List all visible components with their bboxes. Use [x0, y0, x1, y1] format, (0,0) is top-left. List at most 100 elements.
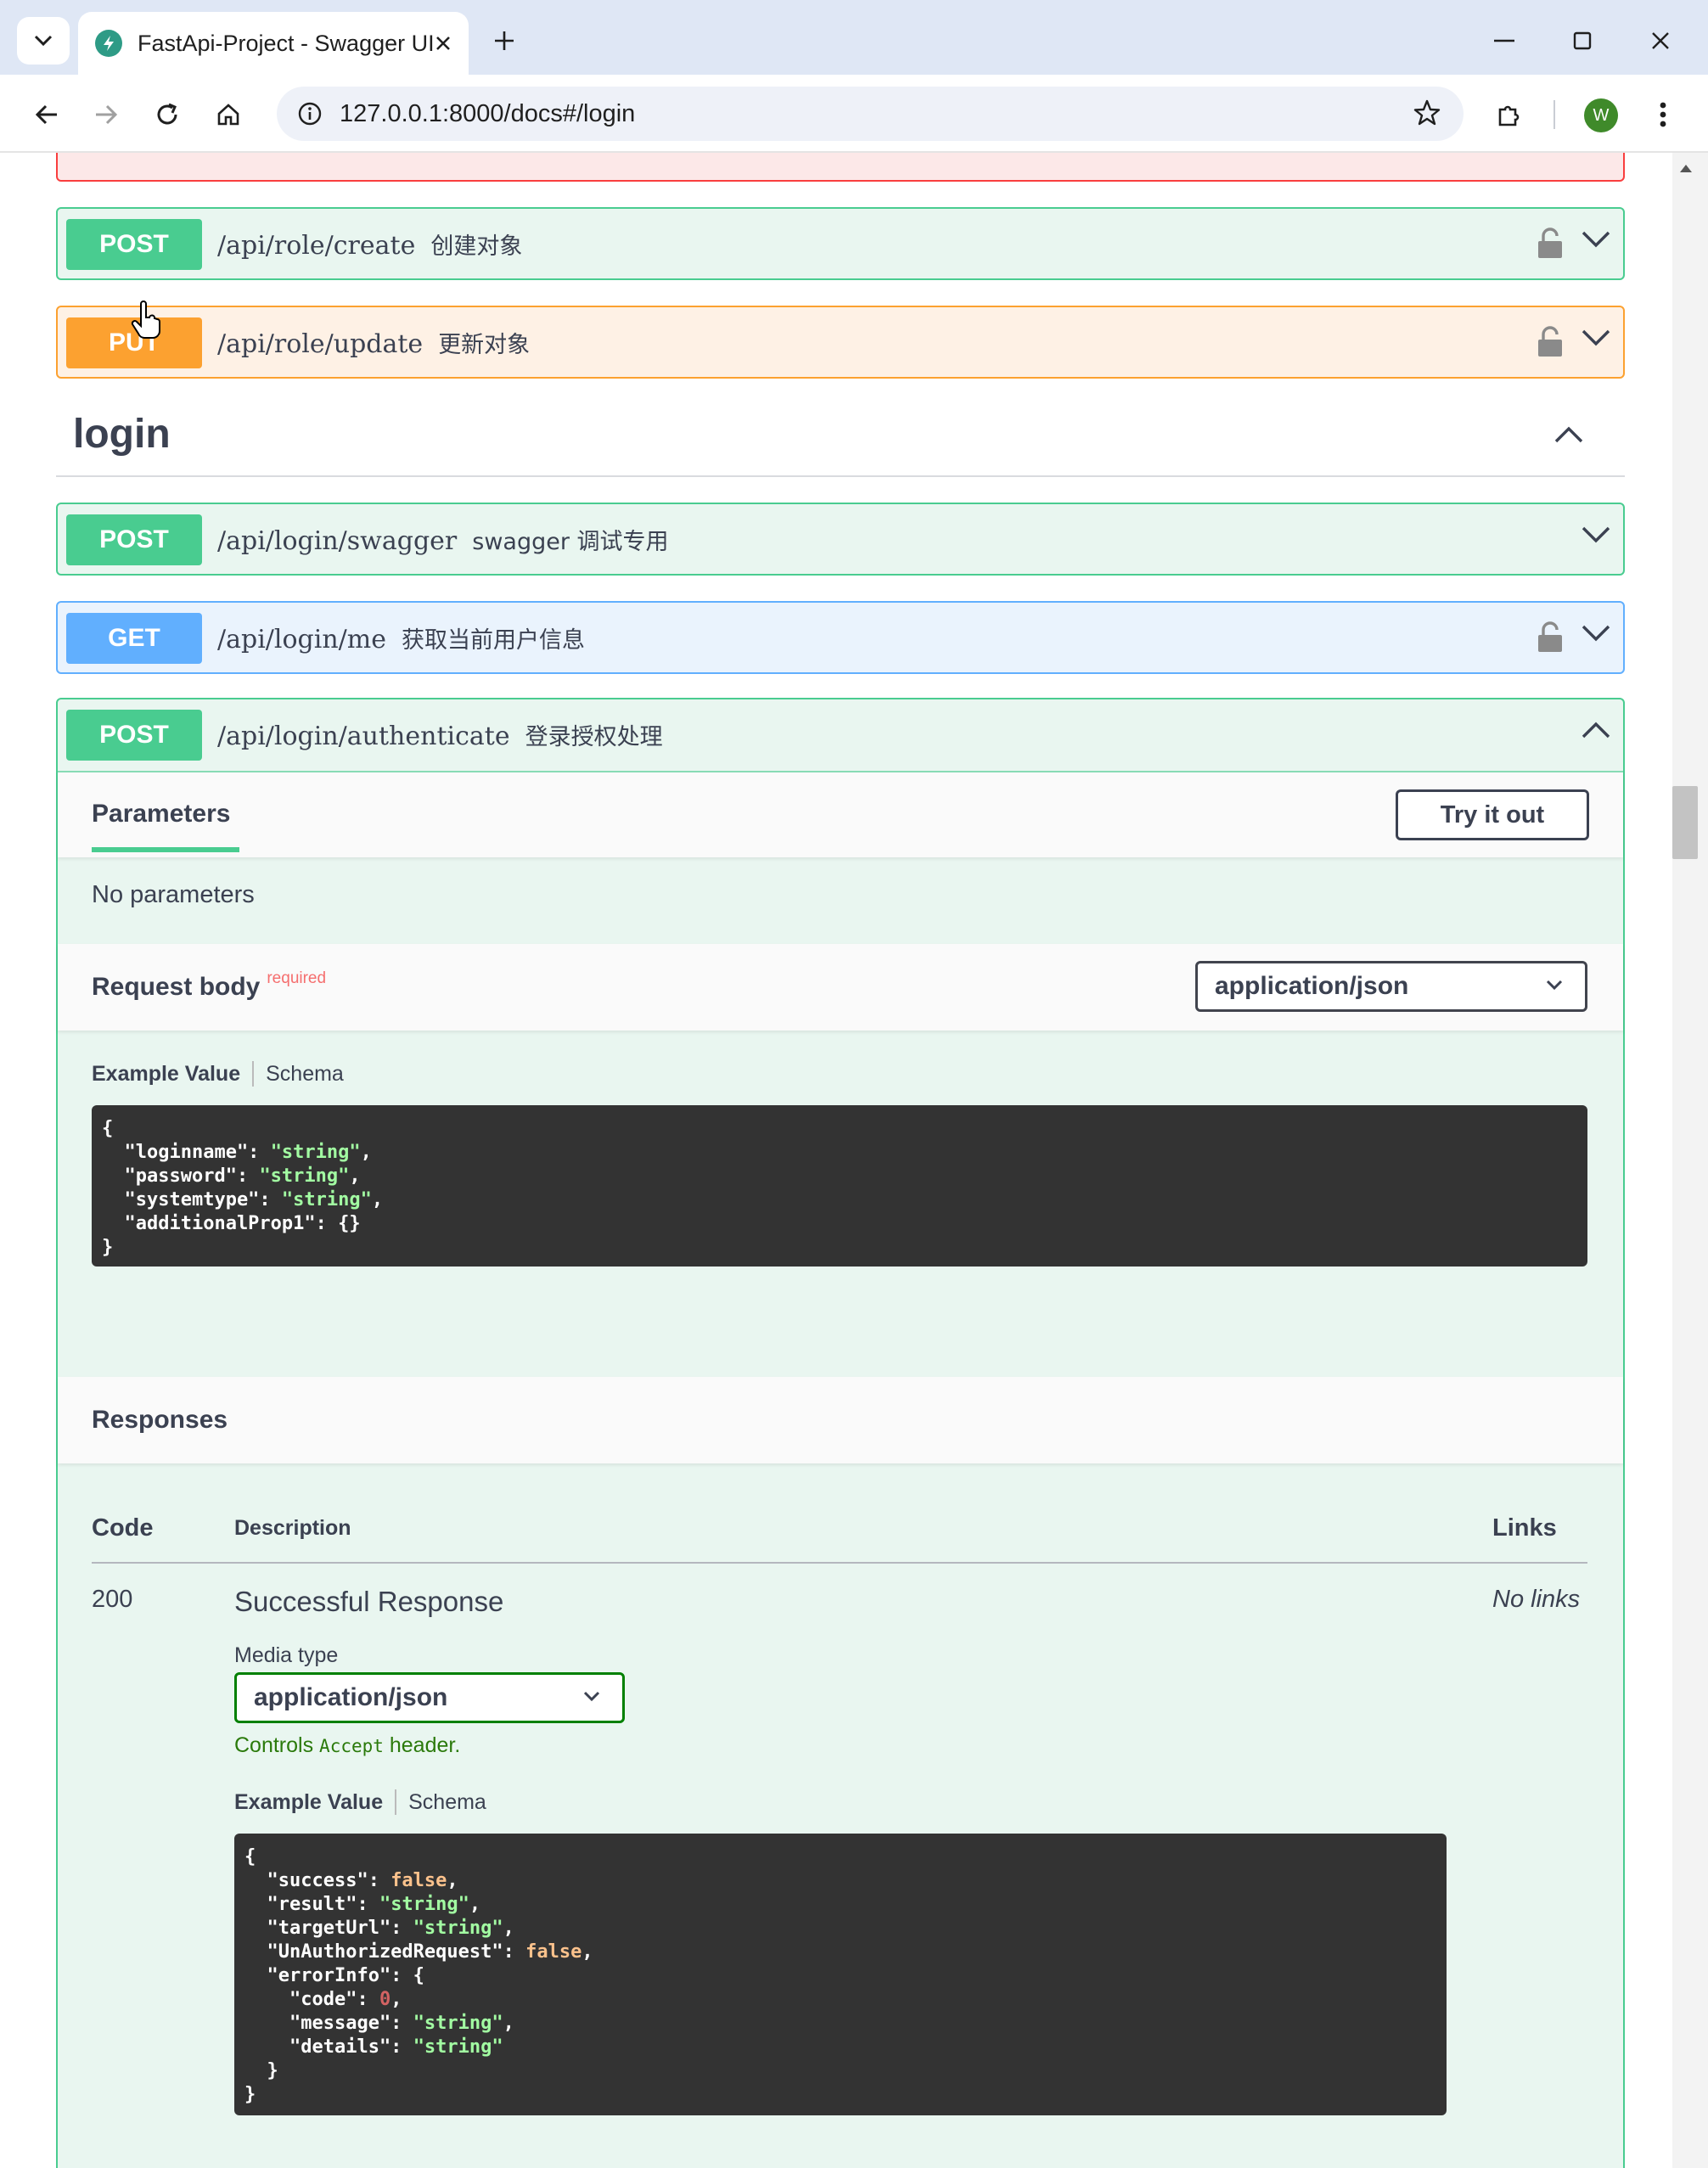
request-example-tabs: Example Value Schema [92, 1061, 344, 1087]
request-body-label: Request body [92, 973, 261, 1001]
opblock-delete-partial[interactable] [56, 153, 1625, 182]
window-edge [1698, 153, 1708, 2168]
example-value-tab[interactable]: Example Value [234, 1790, 383, 1815]
chevron-down-icon [34, 35, 53, 47]
site-info-icon[interactable] [297, 101, 323, 126]
arrow-left-icon [35, 104, 57, 125]
browser-tab-active[interactable]: FastApi-Project - Swagger UI [78, 12, 469, 75]
request-body-title: Request body required [92, 969, 326, 1002]
home-icon [217, 104, 239, 126]
path-text: /api/login/swagger [217, 526, 458, 556]
opblock-path: /api/login/me 获取当前用户信息 [217, 621, 585, 654]
controls-prefix: Controls [234, 1733, 314, 1757]
address-bar[interactable]: 127.0.0.1:8000/docs#/login [277, 87, 1464, 141]
opblock-login-swagger[interactable]: POST /api/login/swagger swagger 调试专用 [56, 503, 1625, 576]
extensions-button[interactable] [1487, 93, 1530, 136]
schema-tab[interactable]: Schema [266, 1062, 344, 1087]
close-icon [1652, 32, 1669, 49]
more-vert-icon [1660, 102, 1666, 127]
opblock-login-me[interactable]: GET /api/login/me 获取当前用户信息 [56, 601, 1625, 674]
chevron-down-icon[interactable] [1581, 623, 1611, 648]
close-tab-icon[interactable] [435, 29, 452, 58]
chevron-down-icon [1546, 980, 1563, 991]
chevron-down-icon[interactable] [1581, 229, 1611, 254]
lock-icon[interactable] [1537, 326, 1564, 362]
tag-title: login [73, 412, 171, 457]
scrollbar-thumb[interactable] [1672, 786, 1698, 859]
browser-toolbar: 127.0.0.1:8000/docs#/login W [0, 75, 1708, 153]
controls-accept-note: Controls Accept header. [234, 1733, 460, 1758]
parameters-header: Parameters Try it out [58, 772, 1623, 857]
response-no-links: No links [1492, 1586, 1581, 1613]
chevron-down-icon[interactable] [1581, 525, 1611, 549]
col-description-header: Description [234, 1516, 351, 1540]
tab-search-button[interactable] [17, 17, 70, 65]
browser-window: FastApi-Project - Swagger UI 127.0.0.1:8… [0, 0, 1708, 2168]
tab-title: FastApi-Project - Swagger UI [138, 30, 435, 56]
example-value-tab[interactable]: Example Value [92, 1062, 240, 1087]
method-badge: GET [66, 613, 202, 664]
no-parameters-text: No parameters [92, 881, 255, 908]
home-button[interactable] [207, 93, 250, 136]
select-value: application/json [1215, 972, 1409, 1000]
bookmark-star-icon[interactable] [1413, 98, 1441, 132]
schema-tab[interactable]: Schema [408, 1790, 486, 1815]
path-text: /api/role/create [217, 231, 416, 261]
opblock-summary-row[interactable]: POST /api/login/authenticate 登录授权处理 [58, 699, 1623, 771]
scroll-up-arrow-icon[interactable] [1680, 165, 1692, 172]
plus-icon [495, 31, 514, 50]
method-badge: POST [66, 514, 202, 565]
new-tab-button[interactable] [486, 22, 523, 59]
opblock-login-authenticate: POST /api/login/authenticate 登录授权处理 Param… [56, 698, 1625, 2168]
parameters-tab[interactable]: Parameters [92, 800, 230, 828]
minimize-icon [1494, 39, 1514, 42]
response-code: 200 [92, 1586, 133, 1613]
forward-button[interactable] [85, 93, 127, 136]
tab-separator [395, 1789, 397, 1815]
profile-avatar[interactable]: W [1584, 98, 1618, 132]
reload-button[interactable] [146, 93, 188, 136]
lock-icon[interactable] [1537, 227, 1564, 264]
hand-cursor-icon [131, 300, 161, 344]
path-text: /api/role/update [217, 329, 424, 359]
response-example-code: { "success": false, "result": "string", … [234, 1834, 1447, 2115]
tag-section-login[interactable]: login [56, 399, 1625, 477]
table-header-divider [92, 1562, 1587, 1564]
col-code-header: Code [92, 1514, 154, 1542]
opblock-path: /api/login/swagger swagger 调试专用 [217, 523, 669, 556]
opblock-path: /api/role/create 创建对象 [217, 227, 522, 261]
controls-code: Accept [319, 1736, 384, 1756]
chevron-down-icon[interactable] [1581, 328, 1611, 352]
method-badge: POST [66, 710, 202, 761]
maximize-button[interactable] [1559, 19, 1606, 63]
opblock-summary: 创建对象 [430, 233, 523, 260]
browser-menu-button[interactable] [1642, 93, 1684, 136]
tab-separator [252, 1061, 255, 1087]
select-value: application/json [254, 1683, 448, 1711]
response-description: Successful Response [234, 1586, 504, 1617]
chevron-up-icon[interactable] [1553, 424, 1584, 449]
response-example-tabs: Example Value Schema [234, 1789, 486, 1815]
opblock-summary: 登录授权处理 [525, 724, 663, 750]
opblock-summary: swagger 调试专用 [472, 529, 669, 555]
response-media-type-select[interactable]: application/json [234, 1672, 625, 1723]
try-it-out-button[interactable]: Try it out [1396, 789, 1589, 840]
chevron-up-icon[interactable] [1581, 720, 1611, 744]
path-text: /api/login/me [217, 625, 386, 654]
page-scrollbar[interactable] [1672, 153, 1698, 2168]
request-content-type-select[interactable]: application/json [1195, 961, 1587, 1012]
url-text: 127.0.0.1:8000/docs#/login [340, 99, 636, 127]
media-type-label: Media type [234, 1643, 339, 1667]
opblock-path: /api/login/authenticate 登录授权处理 [217, 718, 663, 751]
opblock-role-update[interactable]: PUT /api/role/update 更新对象 [56, 306, 1625, 379]
lock-icon[interactable] [1537, 621, 1564, 658]
back-button[interactable] [25, 93, 68, 136]
opblock-path: /api/role/update 更新对象 [217, 326, 530, 359]
opblock-role-create[interactable]: POST /api/role/create 创建对象 [56, 207, 1625, 280]
minimize-button[interactable] [1480, 19, 1528, 63]
responses-header: Responses [58, 1377, 1623, 1463]
responses-title: Responses [92, 1406, 228, 1434]
request-example-code: { "loginname": "string", "password": "st… [92, 1105, 1587, 1267]
toolbar-divider [1553, 100, 1555, 129]
close-window-button[interactable] [1637, 19, 1684, 63]
